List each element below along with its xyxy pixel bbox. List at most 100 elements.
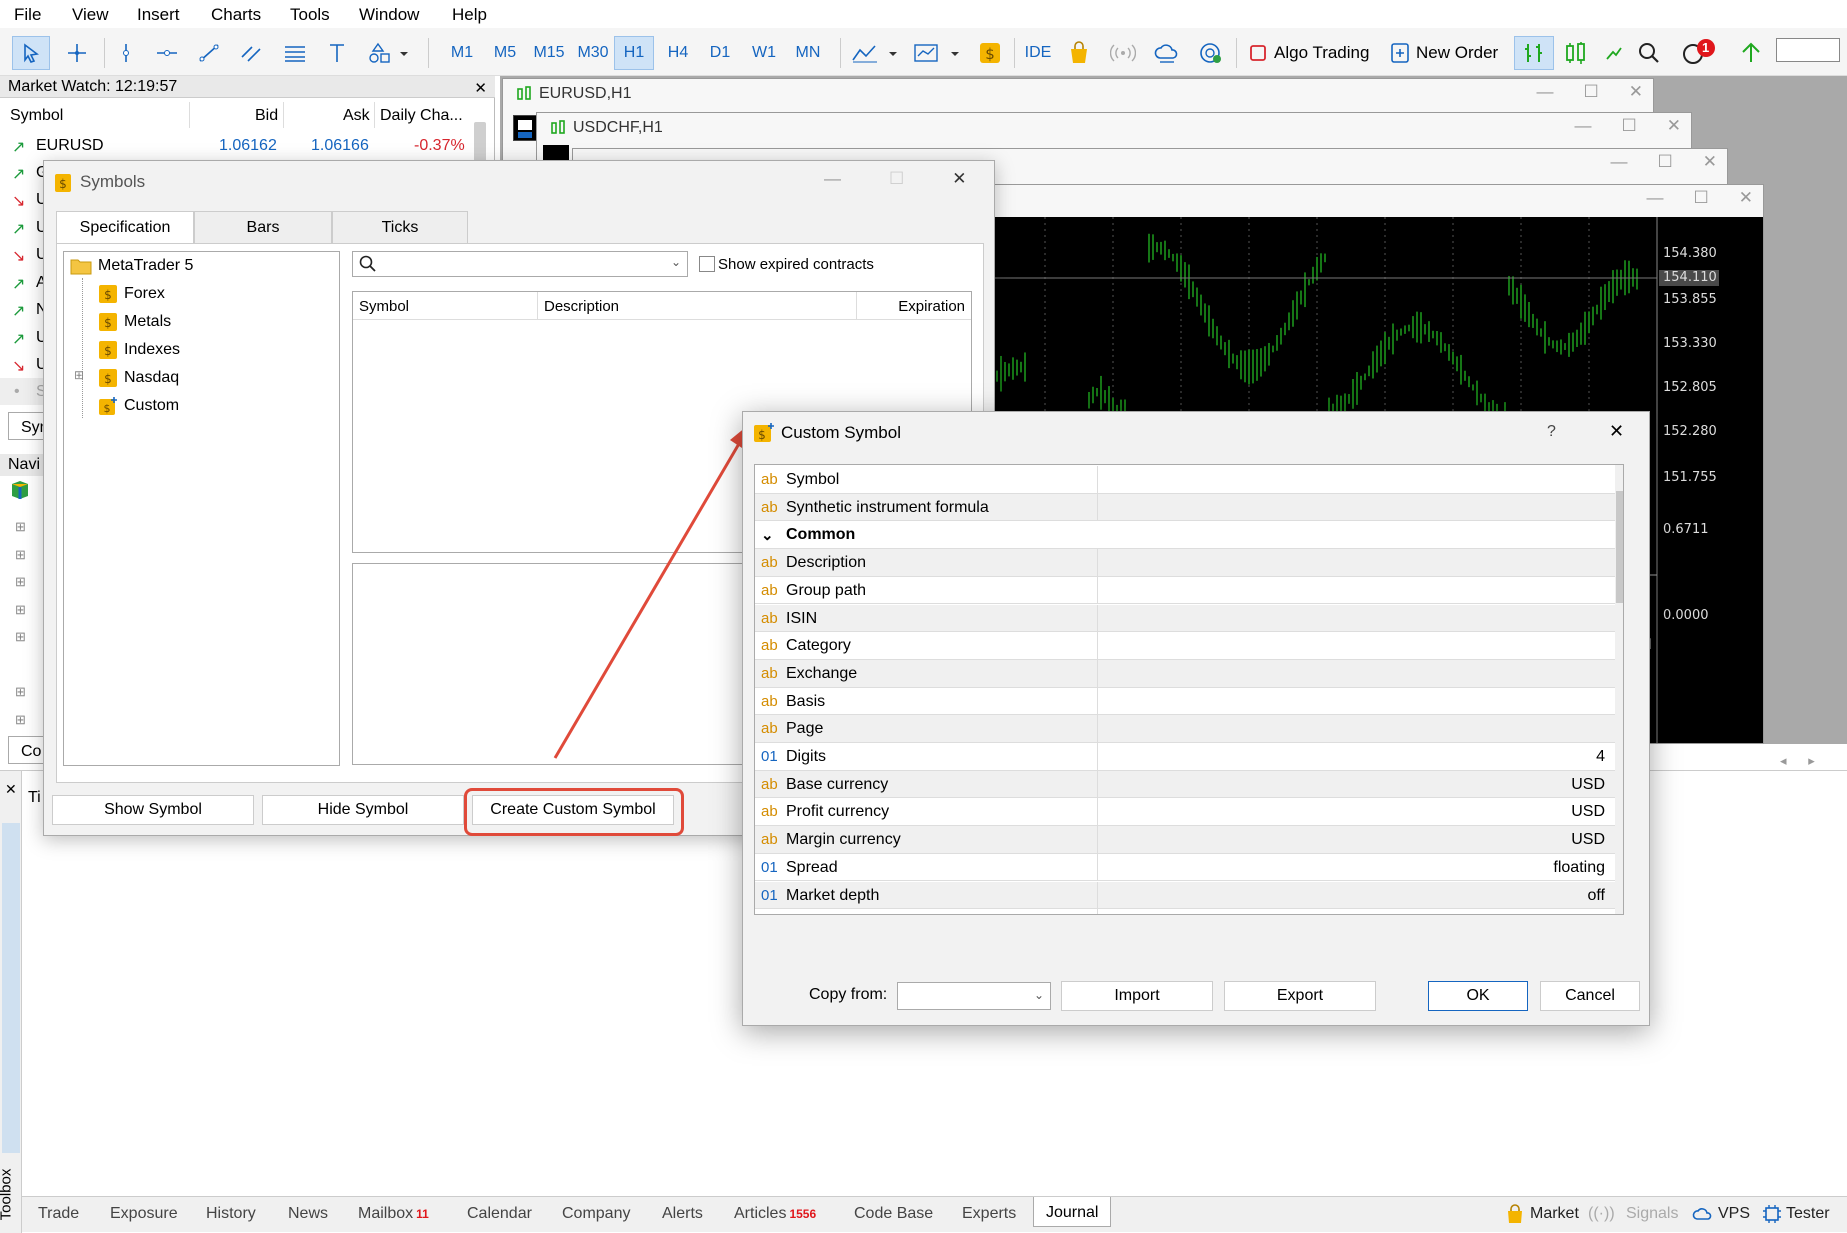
symbol-search-input[interactable]: ⌄ — [352, 251, 688, 277]
tab-exposure[interactable]: Exposure — [110, 1205, 178, 1223]
window-buttons[interactable]: — ☐ ✕ — [1537, 82, 1644, 102]
menu-tools[interactable]: Tools — [290, 5, 330, 25]
tab-calendar[interactable]: Calendar — [467, 1205, 532, 1223]
property-row[interactable]: ab Group path — [755, 576, 1615, 605]
tab-articles[interactable]: Articles 1556 — [734, 1205, 816, 1223]
tab-alerts[interactable]: Alerts — [662, 1205, 703, 1223]
tf-h1-button[interactable]: H1 — [614, 36, 654, 70]
close-icon[interactable]: ✕ — [474, 78, 487, 100]
tf-mn-button[interactable]: MN — [788, 36, 828, 70]
trendline-button[interactable] — [192, 36, 226, 70]
navigator-root[interactable] — [10, 480, 30, 500]
candles-button[interactable] — [1558, 36, 1594, 70]
close-icon[interactable]: ✕ — [1609, 421, 1624, 442]
tab-specification[interactable]: Specification — [56, 211, 194, 244]
chart-type-button[interactable] — [848, 36, 904, 70]
tf-d1-button[interactable]: D1 — [702, 36, 738, 70]
property-row[interactable]: ab Category — [755, 632, 1615, 660]
indicators-button[interactable] — [910, 36, 966, 70]
scrollbar-thumb[interactable] — [1616, 491, 1623, 603]
tab-company[interactable]: Company — [562, 1205, 630, 1223]
signals-button[interactable] — [1106, 36, 1140, 70]
hide-symbol-button[interactable]: Hide Symbol — [262, 795, 464, 825]
tree-item-forex[interactable]: $ Forex — [98, 284, 165, 304]
copy-from-select[interactable]: ⌄ — [897, 982, 1051, 1010]
tab-trade[interactable]: Trade — [38, 1205, 79, 1223]
window-buttons[interactable]: — ☐ ✕ — [1575, 116, 1682, 136]
menu-charts[interactable]: Charts — [211, 5, 261, 25]
tf-w1-button[interactable]: W1 — [744, 36, 784, 70]
property-row[interactable]: ⌄ Common — [755, 521, 1615, 550]
status-tester[interactable]: Tester — [1786, 1205, 1830, 1223]
menu-view[interactable]: View — [72, 5, 109, 25]
tab-bars[interactable]: Bars — [194, 211, 332, 243]
col-daily-change[interactable]: Daily Cha... — [380, 107, 463, 125]
property-value[interactable]: USD — [1571, 803, 1605, 821]
property-value[interactable]: 4 — [1596, 748, 1605, 766]
radar-button[interactable] — [1194, 36, 1228, 70]
import-button[interactable]: Import — [1061, 981, 1213, 1011]
tab-mailbox[interactable]: Mailbox 11 — [358, 1205, 429, 1223]
vps-button[interactable] — [1150, 36, 1184, 70]
shapes-button[interactable] — [364, 36, 414, 70]
ok-button[interactable]: OK — [1428, 981, 1528, 1011]
property-row[interactable]: ab Basis — [755, 687, 1615, 716]
tree-item-indexes[interactable]: $ Indexes — [98, 340, 180, 360]
notifications-button[interactable]: 1 — [1676, 36, 1720, 70]
tab-history[interactable]: History — [206, 1205, 256, 1223]
new-order-icon-button[interactable] — [1386, 36, 1414, 70]
scroll-arrows[interactable]: ◂ ▸ — [1780, 753, 1815, 769]
level-button[interactable] — [1736, 36, 1766, 70]
col-expiration[interactable]: Expiration — [898, 298, 965, 315]
menu-window[interactable]: Window — [359, 5, 419, 25]
property-row[interactable]: ab Profit currency USD — [755, 798, 1615, 827]
scrollbar[interactable] — [1615, 465, 1623, 914]
tree-item-metals[interactable]: $ Metals — [98, 312, 171, 332]
property-value[interactable]: off — [1588, 887, 1606, 905]
property-row[interactable]: Chart mode By bid price — [755, 909, 1615, 915]
tab-experts[interactable]: Experts — [962, 1205, 1016, 1223]
tf-m5-button[interactable]: M5 — [486, 36, 524, 70]
status-market[interactable]: Market — [1530, 1205, 1579, 1223]
col-symbol[interactable]: Symbol — [10, 107, 63, 125]
tab-news[interactable]: News — [288, 1205, 328, 1223]
horizontal-line-button[interactable] — [150, 36, 184, 70]
text-tool-button[interactable] — [322, 36, 352, 70]
chevron-down-icon[interactable]: ⌄ — [671, 255, 681, 269]
ide-button[interactable]: IDE — [1018, 36, 1058, 70]
menu-file[interactable]: File — [14, 5, 41, 25]
tree-expanders[interactable]: ⊞ ⊞ ⊞ ⊞ ⊞ ⊞ ⊞ — [15, 513, 26, 733]
window-buttons[interactable]: — ☐ ✕ — [824, 169, 967, 189]
property-row[interactable]: ab Base currency USD — [755, 770, 1615, 799]
window-buttons[interactable]: — ☐ ✕ — [1611, 152, 1718, 172]
property-value[interactable]: By bid price — [1521, 914, 1605, 915]
channel-button[interactable] — [234, 36, 268, 70]
status-vps[interactable]: VPS — [1718, 1205, 1750, 1223]
cancel-button[interactable]: Cancel — [1540, 981, 1640, 1011]
crosshair-button[interactable] — [60, 36, 94, 70]
market-row-eurusd[interactable]: ↗ EURUSD 1.06162 1.06166 -0.37% — [0, 132, 480, 159]
cursor-tool-button[interactable] — [12, 36, 50, 70]
status-signals[interactable]: Signals — [1626, 1205, 1678, 1223]
vertical-line-button[interactable] — [110, 36, 142, 70]
property-row[interactable]: ab Page — [755, 715, 1615, 743]
window-buttons[interactable]: — ☐ ✕ — [1647, 188, 1754, 208]
chevron-down-icon[interactable]: ⌄ — [761, 526, 774, 544]
property-value[interactable]: floating — [1553, 859, 1605, 877]
algo-trading-label[interactable]: Algo Trading — [1274, 36, 1396, 70]
expand-icon[interactable]: ⊞ — [74, 368, 84, 382]
market-bag-button[interactable] — [1062, 36, 1096, 70]
tree-root[interactable]: MetaTrader 5 — [70, 257, 193, 275]
tf-m1-button[interactable]: M1 — [444, 36, 480, 70]
market-button[interactable]: $ — [974, 36, 1006, 70]
tf-h4-button[interactable]: H4 — [658, 36, 698, 70]
menu-help[interactable]: Help — [452, 5, 487, 25]
property-row[interactable]: ab Symbol — [755, 466, 1615, 494]
tree-item-custom[interactable]: $ Custom — [98, 396, 179, 416]
line-button[interactable] — [1600, 36, 1628, 70]
tab-code-base[interactable]: Code Base — [854, 1205, 933, 1223]
bar-chart-button[interactable] — [1514, 36, 1554, 70]
fibonacci-button[interactable] — [278, 36, 312, 70]
property-row[interactable]: 01 Market depth off — [755, 881, 1615, 910]
show-expired-checkbox[interactable] — [699, 256, 715, 272]
